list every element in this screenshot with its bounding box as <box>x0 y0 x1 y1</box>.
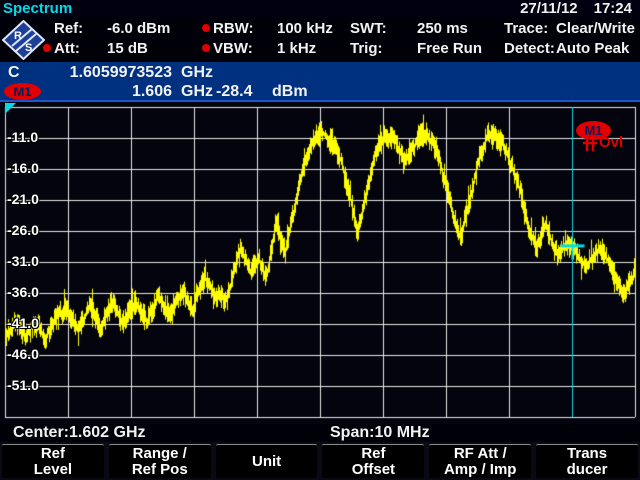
svg-text:S: S <box>25 42 32 54</box>
y-tick-label: -26.0 <box>7 222 53 239</box>
att-value: 15 dB <box>107 40 148 57</box>
vbw-active-bullet-icon <box>202 44 210 52</box>
y-tick-label: -31.0 <box>7 253 53 270</box>
spectrum-analyzer-screen: Spectrum 27/11/12 17:24 R S Ref:-6.0 dBm … <box>0 0 640 480</box>
setting-swt[interactable]: SWT:250 ms <box>350 20 468 38</box>
swt-value: 250 ms <box>417 20 468 37</box>
softkey-bar: RefLevel Range /Ref Pos Unit RefOffset R… <box>0 442 640 480</box>
rbw-label: RBW: <box>213 20 277 38</box>
trig-label: Trig: <box>350 40 417 58</box>
datetime: 27/11/12 17:24 <box>504 0 632 17</box>
marker1-level-unit: dBm <box>272 82 308 101</box>
svg-text:R: R <box>14 30 22 42</box>
softkey-rf-att-amp-imp[interactable]: RF Att /Amp / Imp <box>429 444 531 478</box>
marker1-arrow-icon <box>583 138 597 151</box>
detect-label: Detect: <box>504 40 556 58</box>
trace-display-area: -11.0 -16.0 -21.0 -26.0 -31.0 -36.0 -41.… <box>0 102 640 424</box>
y-tick-label: -51.0 <box>7 377 53 394</box>
ref-value: -6.0 dBm <box>107 20 170 37</box>
softkey-range-ref-pos[interactable]: Range /Ref Pos <box>109 444 211 478</box>
frequency-info-row: Center:1.602 GHz Span:10 MHz <box>0 424 640 442</box>
trace-plot[interactable] <box>0 102 640 424</box>
trace-value: Clear/Write <box>556 20 635 37</box>
setting-ref[interactable]: Ref:-6.0 dBm <box>43 20 170 38</box>
swt-label: SWT: <box>350 20 417 38</box>
time-label: 17:24 <box>594 0 632 17</box>
center-frequency-readout: Center:1.602 GHz <box>13 424 146 442</box>
overload-warning: Ovl <box>599 134 623 151</box>
y-tick-label: -21.0 <box>7 191 53 208</box>
softkey-ref-offset[interactable]: RefOffset <box>322 444 424 478</box>
date-label: 27/11/12 <box>520 0 578 17</box>
marker1-freq-unit: GHz <box>181 82 213 101</box>
trig-value: Free Run <box>417 40 482 57</box>
setting-vbw[interactable]: VBW:1 kHz <box>202 40 316 58</box>
y-tick-label: -16.0 <box>7 160 53 177</box>
softkey-ref-level[interactable]: RefLevel <box>2 444 104 478</box>
setting-trace[interactable]: Trace:Clear/Write <box>504 20 635 38</box>
setting-detect[interactable]: Detect:Auto Peak <box>504 40 629 58</box>
softkey-transducer[interactable]: Transducer <box>536 444 638 478</box>
marker1-level-value: -28.4 <box>216 82 252 101</box>
ref-position-triangle-icon <box>5 103 16 114</box>
y-tick-label: -11.0 <box>7 129 53 146</box>
center-freq-row: C 1.6059973523 GHz <box>0 63 640 82</box>
vbw-label: VBW: <box>213 40 277 58</box>
att-label: Att: <box>54 40 107 58</box>
marker1-freq-value: 1.606 <box>0 82 172 101</box>
mode-title: Spectrum <box>3 0 72 17</box>
y-tick-label: -41.0 <box>7 315 53 332</box>
trace-label: Trace: <box>504 20 556 38</box>
title-bar: Spectrum 27/11/12 17:24 <box>0 0 640 17</box>
marker-readout-bar: C 1.6059973523 GHz M1 1.606 GHz -28.4 dB… <box>0 62 640 102</box>
att-active-bullet-icon <box>43 44 51 52</box>
rbw-active-bullet-icon <box>202 24 210 32</box>
center-freq-value: 1.6059973523 <box>0 63 172 82</box>
setting-trig[interactable]: Trig:Free Run <box>350 40 482 58</box>
settings-header: R S Ref:-6.0 dBm Att:15 dB RBW:100 kHz V… <box>0 17 640 62</box>
detect-value: Auto Peak <box>556 40 629 57</box>
ref-label: Ref: <box>54 20 107 38</box>
y-tick-label: -46.0 <box>7 346 53 363</box>
setting-rbw[interactable]: RBW:100 kHz <box>202 20 333 38</box>
center-freq-unit: GHz <box>181 63 213 82</box>
span-readout: Span:10 MHz <box>330 424 430 442</box>
setting-att[interactable]: Att:15 dB <box>43 40 148 58</box>
rohde-schwarz-logo-icon: R S <box>2 20 45 60</box>
softkey-unit[interactable]: Unit <box>216 444 318 478</box>
vbw-value: 1 kHz <box>277 40 316 57</box>
marker1-row: M1 1.606 GHz -28.4 dBm <box>0 82 640 101</box>
y-tick-label: -36.0 <box>7 284 53 301</box>
rbw-value: 100 kHz <box>277 20 333 37</box>
